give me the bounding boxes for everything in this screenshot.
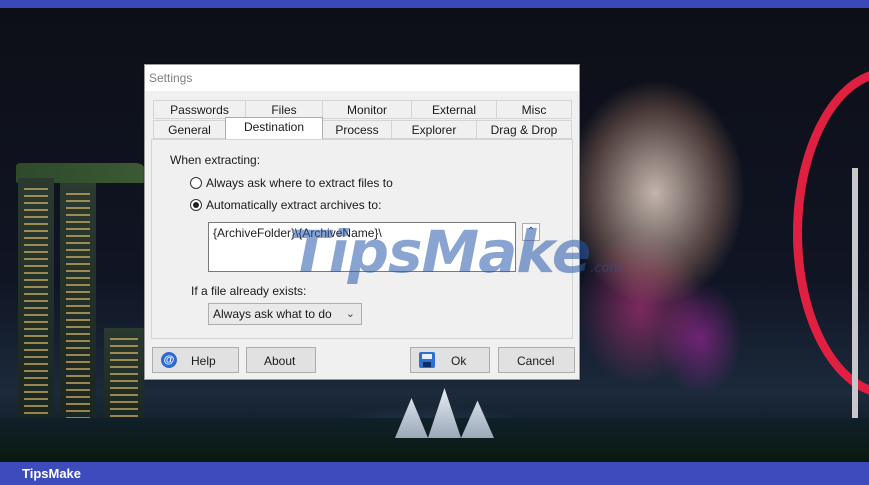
ok-button[interactable]: Ok (410, 347, 490, 373)
tab-external[interactable]: External (411, 100, 497, 119)
hotel-tower (60, 183, 96, 428)
tab-destination[interactable]: Destination (225, 117, 323, 139)
radio-auto-extract-label[interactable]: Automatically extract archives to: (206, 198, 381, 212)
cancel-button[interactable]: Cancel (498, 347, 575, 373)
radio-always-ask[interactable] (190, 177, 202, 189)
brand-label: TipsMake (22, 466, 82, 481)
if-exists-select[interactable]: Always ask what to do ⌄ (208, 303, 362, 325)
tab-explorer[interactable]: Explorer (391, 120, 477, 139)
tab-monitor[interactable]: Monitor (322, 100, 412, 119)
tab-general[interactable]: General (153, 120, 226, 139)
help-button[interactable]: @ Help (152, 347, 239, 373)
about-button-label: About (264, 354, 296, 368)
title-bar[interactable]: Settings (145, 65, 579, 91)
help-icon: @ (161, 352, 177, 368)
tab-misc[interactable]: Misc (496, 100, 572, 119)
top-frame (0, 0, 869, 8)
ferris-wheel-support (852, 168, 858, 448)
about-button[interactable]: About (246, 347, 316, 373)
hotel-tower (18, 178, 54, 428)
cancel-button-label: Cancel (517, 354, 555, 368)
help-button-label: Help (191, 354, 216, 368)
tab-process[interactable]: Process (322, 120, 392, 139)
tab-drag-drop[interactable]: Drag & Drop (476, 120, 572, 139)
window-title: Settings (149, 71, 193, 85)
ok-button-label: Ok (451, 354, 467, 368)
chevron-down-icon: ⌄ (345, 308, 355, 320)
watermark-text: TipsMake (290, 218, 591, 286)
hotel-tower (104, 328, 144, 428)
museum-building (395, 388, 494, 438)
watermark-logo: TipsMake.com (290, 218, 622, 286)
watermark-suffix: .com (590, 261, 623, 276)
radio-auto-extract[interactable] (190, 199, 202, 211)
when-extracting-label: When extracting: (170, 153, 261, 167)
radio-always-ask-label[interactable]: Always ask where to extract files to (206, 176, 393, 190)
save-icon (419, 352, 435, 368)
bottom-banner: TipsMake (0, 462, 869, 485)
if-exists-label: If a file already exists: (191, 284, 307, 298)
if-exists-value: Always ask what to do (213, 307, 332, 321)
